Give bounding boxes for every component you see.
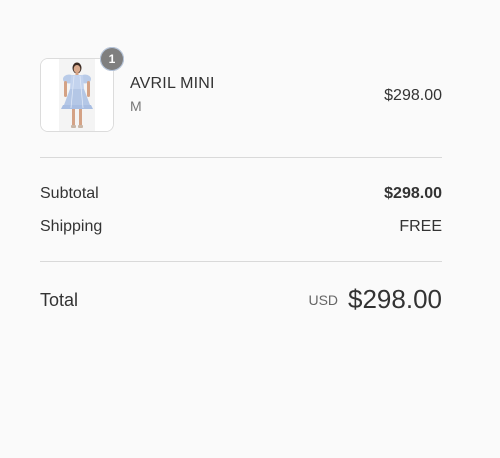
- total-amount: USD $298.00: [308, 284, 442, 315]
- divider: [40, 261, 442, 262]
- shipping-row: Shipping FREE: [40, 218, 442, 240]
- line-item: 1 AVRIL MINI M $298.00: [40, 47, 442, 132]
- product-price: $298.00: [384, 87, 442, 104]
- product-name: AVRIL MINI: [130, 75, 215, 92]
- product-thumbnail-wrap: 1: [40, 47, 124, 132]
- shipping-label: Shipping: [40, 218, 103, 235]
- currency-code: USD: [308, 292, 339, 308]
- subtotal-label: Subtotal: [40, 185, 99, 202]
- order-summary-page: { "product": { "name": "AVRIL MINI", "va…: [0, 0, 500, 458]
- total-value: $298.00: [348, 284, 442, 314]
- total-label: Total: [40, 290, 79, 310]
- divider: [40, 157, 442, 158]
- shipping-value: FREE: [399, 218, 442, 235]
- dress-product-image: [41, 59, 113, 131]
- subtotal-value: $298.00: [384, 185, 442, 202]
- total-row: Total USD $298.00: [40, 284, 442, 316]
- quantity-badge: 1: [100, 47, 124, 71]
- subtotal-row: Subtotal $298.00: [40, 185, 442, 207]
- product-thumbnail: [40, 58, 114, 132]
- product-variant: M: [130, 98, 142, 114]
